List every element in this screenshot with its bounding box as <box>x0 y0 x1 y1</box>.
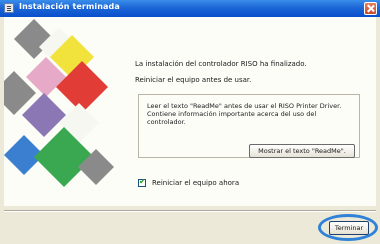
restart-checkbox[interactable]: ✔ <box>138 177 146 187</box>
show-readme-button[interactable]: Mostrar el texto "ReadMe". <box>249 144 355 158</box>
installer-icon <box>4 3 14 13</box>
restart-checkbox-label[interactable]: Reiniciar el equipo ahora <box>152 179 239 187</box>
footer-divider <box>4 210 376 212</box>
title-bar[interactable]: Instalación terminada <box>0 0 380 17</box>
finished-message: La instalación del controlador RISO ha f… <box>135 60 307 68</box>
checkmark-icon: ✔ <box>139 177 146 186</box>
installer-window: Instalación terminada La instalación del… <box>0 0 380 244</box>
decorative-artwork <box>4 19 114 187</box>
close-icon[interactable] <box>364 2 377 15</box>
readme-group: Leer el texto "ReadMe" antes de usar el … <box>138 94 360 158</box>
restart-message: Reiniciar el equipo antes de usar. <box>135 76 252 84</box>
content-panel: La instalación del controlador RISO ha f… <box>4 17 376 206</box>
window-title: Instalación terminada <box>19 2 120 11</box>
highlight-ring <box>318 214 378 241</box>
readme-description: Leer el texto "ReadMe" antes de usar el … <box>147 102 342 126</box>
